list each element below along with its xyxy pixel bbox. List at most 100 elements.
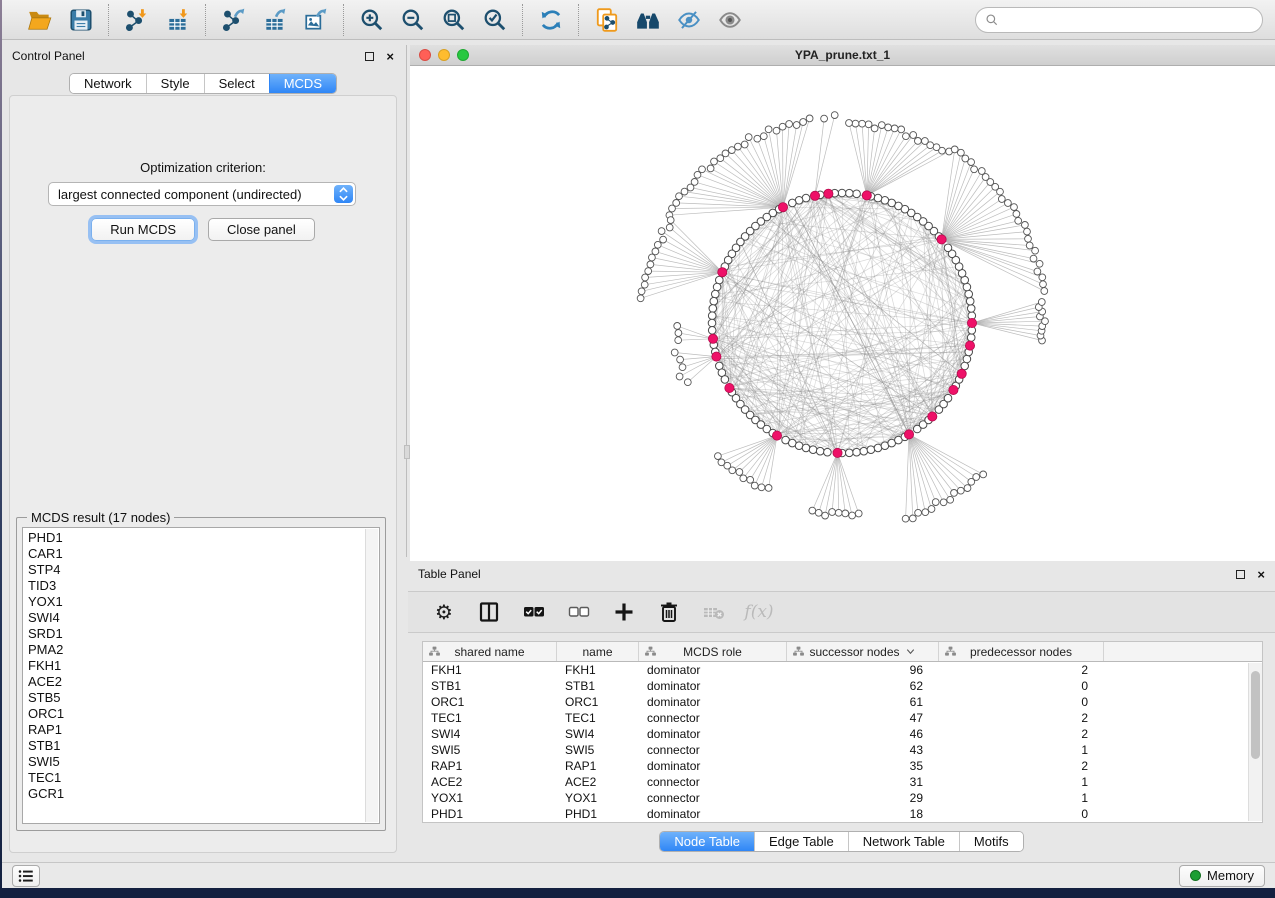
export-table-icon[interactable] [261, 6, 288, 33]
clone-network-icon[interactable] [593, 6, 620, 33]
tab-network[interactable]: Network [70, 74, 146, 93]
leaf-node[interactable] [878, 122, 885, 129]
cell[interactable]: PHD1 [423, 806, 557, 822]
mcds-result-list[interactable]: PHD1CAR1STP4TID3YOX1SWI4SRD1PMA2FKH1ACE2… [22, 527, 380, 824]
cell[interactable]: SWI4 [557, 726, 639, 742]
leaf-node[interactable] [958, 149, 965, 156]
mcds-node[interactable] [772, 431, 781, 440]
close-panel-button[interactable]: Close panel [208, 218, 315, 241]
cell[interactable]: FKH1 [557, 662, 639, 678]
network-node[interactable] [965, 290, 973, 298]
result-node[interactable]: ORC1 [23, 706, 365, 722]
leaf-node[interactable] [751, 482, 758, 489]
leaf-node[interactable] [1025, 235, 1032, 242]
cell[interactable]: ACE2 [423, 774, 557, 790]
network-node[interactable] [721, 376, 729, 384]
leaf-node[interactable] [754, 135, 761, 142]
column-header-successor-nodes[interactable]: successor nodes [787, 642, 939, 661]
mcds-node[interactable] [824, 189, 833, 198]
export-image-icon[interactable] [302, 6, 329, 33]
leaf-node[interactable] [747, 476, 754, 483]
leaf-node[interactable] [786, 121, 793, 128]
network-node[interactable] [944, 244, 952, 252]
import-table-icon[interactable] [164, 6, 191, 33]
cell[interactable]: 0 [939, 694, 1104, 710]
mcds-node[interactable] [810, 191, 819, 200]
network-node[interactable] [713, 283, 721, 291]
list-scrollbar[interactable] [365, 529, 378, 822]
leaf-node[interactable] [842, 510, 849, 517]
leaf-node[interactable] [821, 115, 828, 122]
leaf-node[interactable] [740, 475, 747, 482]
cell[interactable]: TEC1 [557, 710, 639, 726]
tab-network-table[interactable]: Network Table [848, 832, 959, 851]
leaf-node[interactable] [932, 499, 939, 506]
zoom-out-icon[interactable] [399, 6, 426, 33]
cell[interactable]: 1 [939, 742, 1104, 758]
tab-mcds[interactable]: MCDS [269, 74, 336, 93]
cell[interactable]: 43 [787, 742, 939, 758]
delete-row-icon[interactable] [657, 600, 681, 624]
leaf-node[interactable] [642, 274, 649, 281]
network-node[interactable] [967, 334, 975, 342]
leaf-node[interactable] [971, 166, 978, 173]
export-network-icon[interactable] [220, 6, 247, 33]
cell[interactable]: 0 [939, 678, 1104, 694]
close-panel-icon[interactable]: × [386, 50, 394, 63]
cell[interactable]: SWI5 [423, 742, 557, 758]
leaf-node[interactable] [1039, 274, 1046, 281]
cell[interactable]: 31 [787, 774, 939, 790]
zoom-in-icon[interactable] [358, 6, 385, 33]
leaf-node[interactable] [957, 487, 964, 494]
leaf-node[interactable] [849, 512, 856, 519]
tab-motifs[interactable]: Motifs [959, 832, 1023, 851]
leaf-node[interactable] [728, 147, 735, 154]
cell[interactable]: dominator [639, 694, 787, 710]
leaf-node[interactable] [647, 261, 654, 268]
result-node[interactable]: STP4 [23, 562, 365, 578]
leaf-node[interactable] [1036, 260, 1043, 267]
column-header-predecessor-nodes[interactable]: predecessor nodes [939, 642, 1104, 661]
table-row[interactable]: SWI5SWI5connector431 [423, 742, 1262, 758]
leaf-node[interactable] [649, 254, 656, 261]
cell[interactable]: 1 [939, 790, 1104, 806]
cell[interactable]: FKH1 [423, 662, 557, 678]
float-table-panel-icon[interactable] [1236, 570, 1245, 579]
leaf-node[interactable] [760, 133, 767, 140]
table-row[interactable]: TEC1TEC1connector472 [423, 710, 1262, 726]
cell[interactable]: dominator [639, 806, 787, 822]
leaf-node[interactable] [1041, 288, 1048, 295]
cell[interactable]: 2 [939, 710, 1104, 726]
leaf-node[interactable] [758, 484, 765, 491]
leaf-node[interactable] [922, 509, 929, 516]
network-node[interactable] [860, 447, 868, 455]
cell[interactable]: 2 [939, 726, 1104, 742]
result-node[interactable]: STB5 [23, 690, 365, 706]
cell[interactable]: dominator [639, 662, 787, 678]
mcds-node[interactable] [957, 369, 966, 378]
leaf-node[interactable] [715, 453, 722, 460]
mcds-node[interactable] [712, 352, 721, 361]
cell[interactable]: RAP1 [557, 758, 639, 774]
zoom-fit-icon[interactable] [440, 6, 467, 33]
columns-icon[interactable] [477, 600, 501, 624]
cell[interactable]: connector [639, 774, 787, 790]
leaf-node[interactable] [871, 125, 878, 132]
leaf-node[interactable] [859, 120, 866, 127]
leaf-node[interactable] [676, 193, 683, 200]
network-node[interactable] [966, 297, 974, 305]
result-node[interactable]: PHD1 [23, 530, 365, 546]
leaf-node[interactable] [973, 474, 980, 481]
tab-style[interactable]: Style [146, 74, 204, 93]
leaf-node[interactable] [815, 509, 822, 516]
tab-select[interactable]: Select [204, 74, 269, 93]
table-row[interactable]: PHD1PHD1dominator180 [423, 806, 1262, 822]
cell[interactable]: 62 [787, 678, 939, 694]
leaf-node[interactable] [694, 171, 701, 178]
leaf-node[interactable] [736, 469, 743, 476]
network-node[interactable] [838, 189, 846, 197]
leaf-node[interactable] [852, 120, 859, 127]
leaf-node[interactable] [666, 224, 673, 231]
network-node[interactable] [712, 290, 720, 298]
cell[interactable]: 35 [787, 758, 939, 774]
